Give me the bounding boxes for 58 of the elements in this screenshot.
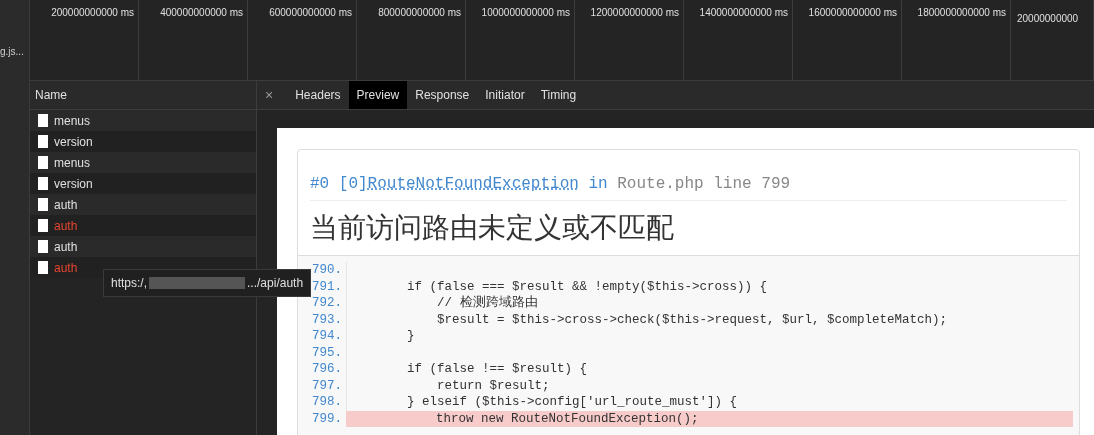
line-number: 795. bbox=[311, 344, 343, 361]
request-row[interactable]: auth bbox=[30, 236, 256, 257]
line-number: 796. bbox=[311, 361, 343, 378]
time-tick-label: 1000000000000 ms bbox=[481, 6, 570, 18]
time-tick-label: 400000000000 ms bbox=[160, 6, 243, 18]
code-line: $result = $this->cross->check($this->request, $url, $completeMatch); bbox=[346, 311, 1073, 328]
document-icon bbox=[38, 156, 48, 169]
request-name: auth bbox=[54, 259, 78, 277]
time-tick-label: 1400000000000 ms bbox=[699, 6, 788, 18]
request-name: menus bbox=[54, 154, 91, 172]
code-line: } elseif ($this->config['url_route_must']) { bbox=[346, 394, 1073, 411]
request-row[interactable]: menus bbox=[30, 152, 256, 173]
line-number: 794. bbox=[311, 328, 343, 345]
tab[interactable]: Response bbox=[407, 81, 478, 109]
document-icon bbox=[38, 261, 48, 274]
document-icon bbox=[38, 135, 48, 148]
time-tick-label: 1600000000000 ms bbox=[808, 6, 897, 18]
line-number: 799. bbox=[311, 410, 343, 427]
code-line: if (false !== $result) { bbox=[346, 361, 1073, 378]
line-number: 793. bbox=[311, 311, 343, 328]
line-number: 798. bbox=[311, 394, 343, 411]
request-name: auth bbox=[54, 238, 78, 256]
time-tick-label: 20000000000 bbox=[1017, 13, 1079, 24]
close-button[interactable]: × bbox=[265, 84, 274, 106]
request-name: menus bbox=[54, 112, 91, 130]
request-name: version bbox=[54, 133, 93, 151]
file-label: g.js... bbox=[0, 45, 25, 59]
code-line: } bbox=[346, 328, 1073, 345]
tooltip: https:/, .../api/auth bbox=[103, 269, 312, 297]
request-row[interactable]: menus bbox=[30, 110, 256, 131]
time-tick-label: 600000000000 ms bbox=[269, 6, 352, 18]
line-number: 790. bbox=[311, 262, 343, 279]
code-line: // 检测跨域路由 bbox=[346, 295, 1073, 312]
document-icon bbox=[38, 177, 48, 190]
request-row[interactable]: auth bbox=[30, 194, 256, 215]
tab[interactable]: Timing bbox=[532, 81, 585, 109]
request-name: auth bbox=[54, 196, 78, 214]
code-line: if (false === $result && !empty($this->cross)) { bbox=[346, 278, 1073, 295]
tab[interactable]: Preview bbox=[348, 81, 408, 109]
exception-message: 当前访问路由未定义或不匹配 bbox=[310, 211, 675, 245]
exception-link[interactable]: RouteNotFoundException bbox=[367, 175, 579, 193]
document-icon bbox=[38, 219, 48, 232]
document-icon bbox=[38, 240, 48, 253]
time-tick-label: 1200000000000 ms bbox=[590, 6, 679, 18]
code-line: return $result; bbox=[346, 377, 1073, 394]
line-number: 797. bbox=[311, 377, 343, 394]
line-number: 792. bbox=[311, 295, 343, 312]
time-tick-label: 200000000000 ms bbox=[51, 6, 134, 18]
document-icon bbox=[38, 198, 48, 211]
document-icon bbox=[38, 114, 48, 127]
time-tick-label: 800000000000 ms bbox=[378, 6, 461, 18]
tab[interactable]: Headers bbox=[287, 81, 349, 109]
tab[interactable]: Initiator bbox=[477, 81, 533, 109]
exception-trace: #0 [0]RouteNotFoundException in Route.php line 799 bbox=[310, 172, 1067, 201]
time-tick-label: 1800000000000 ms bbox=[917, 6, 1006, 18]
request-name: version bbox=[54, 175, 93, 193]
request-name: auth bbox=[54, 217, 78, 235]
column-header: Name bbox=[35, 87, 67, 104]
